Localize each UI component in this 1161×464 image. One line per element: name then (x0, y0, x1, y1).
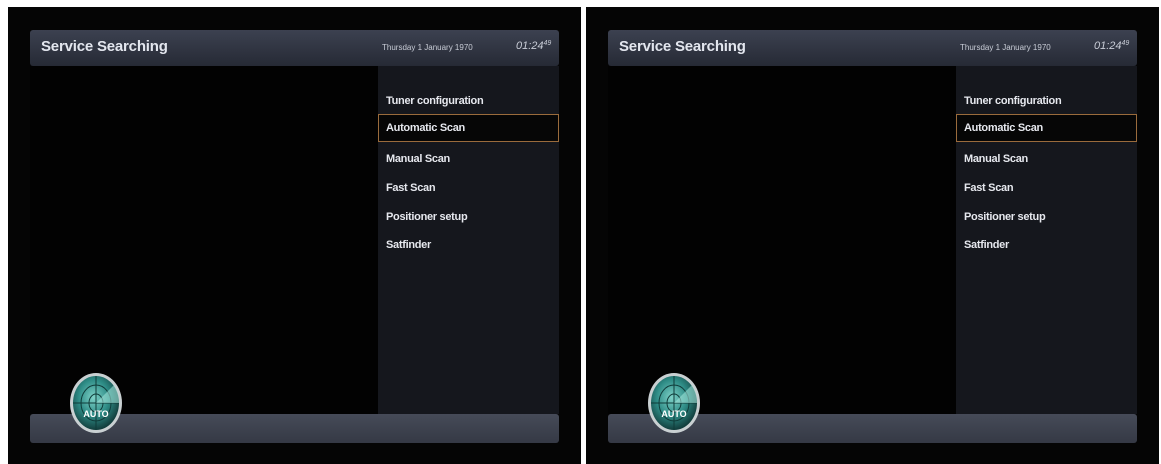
preview-area (608, 66, 956, 414)
menu-item-positioner-setup[interactable]: Positioner setup (378, 203, 559, 231)
page-title: Service Searching (619, 38, 746, 55)
scan-menu: Tuner configuration Automatic Scan Manua… (956, 66, 1137, 414)
radar-auto-icon: AUTO (648, 373, 700, 433)
radar-icon-label: AUTO (83, 409, 108, 419)
clock-display: 01:2449 (516, 40, 551, 52)
title-bar: Service Searching Thursday 1 January 197… (30, 30, 559, 66)
page-title: Service Searching (41, 38, 168, 55)
preview-area (30, 66, 378, 414)
clock-seconds: 49 (1121, 40, 1130, 47)
date-display: Thursday 1 January 1970 (382, 43, 473, 52)
menu-item-fast-scan[interactable]: Fast Scan (956, 174, 1137, 202)
radar-icon-label: AUTO (661, 409, 686, 419)
clock-time: 01:24 (1094, 40, 1122, 52)
clock-seconds: 49 (543, 40, 552, 47)
menu-item-satfinder[interactable]: Satfinder (378, 231, 559, 259)
clock-display: 01:2449 (1094, 40, 1129, 52)
date-display: Thursday 1 January 1970 (960, 43, 1051, 52)
title-bar: Service Searching Thursday 1 January 197… (608, 30, 1137, 66)
menu-item-automatic-scan[interactable]: Automatic Scan (956, 114, 1137, 142)
menu-item-manual-scan[interactable]: Manual Scan (378, 145, 559, 173)
clock-time: 01:24 (516, 40, 544, 52)
menu-item-manual-scan[interactable]: Manual Scan (956, 145, 1137, 173)
menu-item-positioner-setup[interactable]: Positioner setup (956, 203, 1137, 231)
tv-screen-left: Service Searching Thursday 1 January 197… (8, 7, 581, 464)
menu-item-tuner-configuration[interactable]: Tuner configuration (378, 87, 559, 115)
scan-menu: Tuner configuration Automatic Scan Manua… (378, 66, 559, 414)
radar-auto-icon: AUTO (70, 373, 122, 433)
tv-screen-right: Service Searching Thursday 1 January 197… (586, 7, 1159, 464)
menu-item-automatic-scan[interactable]: Automatic Scan (378, 114, 559, 142)
menu-item-tuner-configuration[interactable]: Tuner configuration (956, 87, 1137, 115)
menu-item-satfinder[interactable]: Satfinder (956, 231, 1137, 259)
menu-item-fast-scan[interactable]: Fast Scan (378, 174, 559, 202)
